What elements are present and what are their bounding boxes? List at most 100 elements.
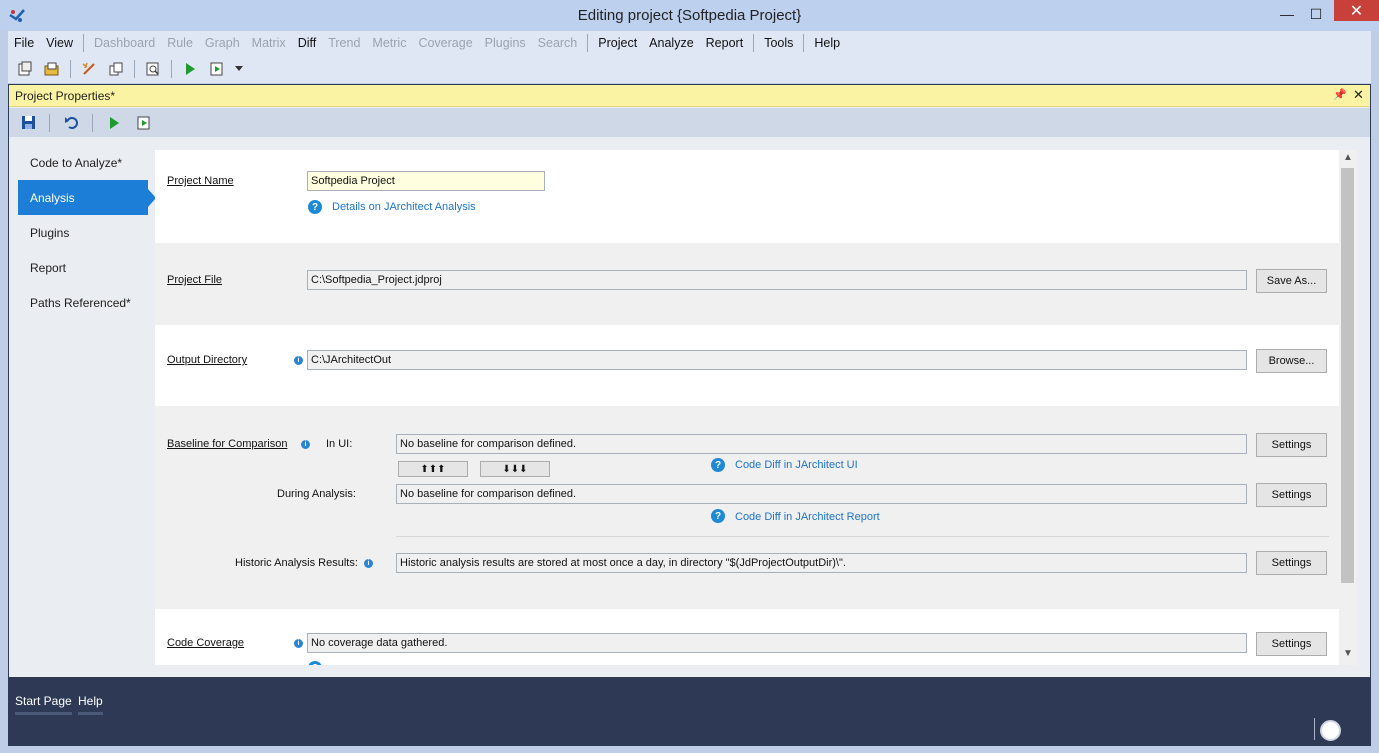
during-analysis-label: During Analysis: bbox=[277, 488, 356, 500]
analysis-content: Project Name Softpedia Project ? Details… bbox=[155, 150, 1339, 665]
main-toolbar bbox=[8, 55, 1371, 83]
move-up-button[interactable]: ⬆⬆⬆ bbox=[398, 461, 468, 477]
project-properties-panel: Project Properties* 📌 ✕ Code to Analyze*… bbox=[8, 84, 1371, 678]
scroll-thumb[interactable] bbox=[1341, 168, 1354, 583]
toolbar-separator bbox=[70, 60, 71, 78]
menu-matrix[interactable]: Matrix bbox=[246, 36, 292, 50]
open-project-icon[interactable] bbox=[41, 58, 63, 80]
menu-tools[interactable]: Tools bbox=[758, 36, 799, 50]
nav-code-to-analyze[interactable]: Code to Analyze* bbox=[18, 145, 148, 180]
historic-results-label: Historic Analysis Results: bbox=[235, 557, 358, 569]
project-file-section: Project File C:\Softpedia_Project.jdproj… bbox=[155, 243, 1339, 325]
menu-separator bbox=[587, 34, 589, 52]
save-icon[interactable] bbox=[17, 112, 39, 134]
run-icon[interactable] bbox=[103, 112, 125, 134]
menu-report[interactable]: Report bbox=[700, 36, 750, 50]
panel-toolbar bbox=[9, 108, 1370, 137]
scroll-down-icon[interactable]: ▼ bbox=[1343, 648, 1353, 659]
menu-dashboard[interactable]: Dashboard bbox=[88, 36, 161, 50]
undo-icon[interactable] bbox=[60, 112, 82, 134]
run-report-icon[interactable] bbox=[206, 58, 228, 80]
tab-start-page[interactable]: Start Page bbox=[15, 694, 72, 715]
coverage-settings-button[interactable]: Settings bbox=[1256, 632, 1327, 656]
menu-graph[interactable]: Graph bbox=[199, 36, 246, 50]
status-indicator-icon[interactable] bbox=[1320, 720, 1341, 741]
menu-view[interactable]: View bbox=[40, 36, 79, 50]
new-project-icon[interactable] bbox=[14, 58, 36, 80]
scroll-up-icon[interactable]: ▲ bbox=[1343, 152, 1353, 163]
project-name-input[interactable]: Softpedia Project bbox=[307, 171, 545, 191]
tab-help[interactable]: Help bbox=[78, 694, 103, 715]
pin-icon[interactable]: 📌 bbox=[1333, 88, 1347, 101]
analyze-icon[interactable] bbox=[78, 58, 100, 80]
nav-report[interactable]: Report bbox=[18, 250, 148, 285]
nav-plugins[interactable]: Plugins bbox=[18, 215, 148, 250]
menu-plugins[interactable]: Plugins bbox=[479, 36, 532, 50]
menu-separator bbox=[753, 34, 755, 52]
toolbar-separator bbox=[134, 60, 135, 78]
menu-metric[interactable]: Metric bbox=[366, 36, 412, 50]
details-analysis-link[interactable]: Details on JArchitect Analysis bbox=[332, 201, 476, 213]
code-coverage-label: Code Coverage bbox=[167, 637, 245, 649]
baseline-section: Baseline for Comparison i In UI: No base… bbox=[155, 406, 1339, 609]
baseline-ui-settings-button[interactable]: Settings bbox=[1256, 433, 1327, 457]
code-coverage-field[interactable]: No coverage data gathered. bbox=[307, 633, 1247, 653]
help-icon: ? bbox=[308, 200, 322, 214]
menu-separator bbox=[803, 34, 805, 52]
panel-header: Project Properties* 📌 ✕ bbox=[9, 85, 1370, 107]
chevron-down-icon[interactable] bbox=[233, 58, 245, 80]
run-report-icon[interactable] bbox=[133, 112, 155, 134]
menu-diff[interactable]: Diff bbox=[292, 36, 323, 50]
browse-button[interactable]: Browse... bbox=[1256, 349, 1327, 373]
close-panel-icon[interactable]: ✕ bbox=[1353, 87, 1364, 103]
run-icon[interactable] bbox=[179, 58, 201, 80]
section-divider bbox=[396, 536, 1329, 537]
save-as-button[interactable]: Save As... bbox=[1256, 269, 1327, 293]
bottom-bar: Start Page Help bbox=[8, 678, 1371, 746]
help-icon: ? bbox=[711, 509, 725, 523]
menu-separator bbox=[83, 34, 85, 52]
help-icon: ? bbox=[711, 458, 725, 472]
baseline-analysis-field[interactable]: No baseline for comparison defined. bbox=[396, 484, 1247, 504]
window-title: Editing project {Softpedia Project} bbox=[577, 7, 802, 24]
menu-help[interactable]: Help bbox=[808, 36, 846, 50]
project-file-field[interactable]: C:\Softpedia_Project.jdproj bbox=[307, 270, 1247, 290]
menu-trend[interactable]: Trend bbox=[322, 36, 366, 50]
move-down-button[interactable]: ⬇⬇⬇ bbox=[480, 461, 550, 477]
nav-paths-referenced[interactable]: Paths Referenced* bbox=[18, 285, 148, 320]
search-report-icon[interactable] bbox=[142, 58, 164, 80]
project-file-label: Project File bbox=[167, 274, 223, 286]
code-diff-ui-link[interactable]: Code Diff in JArchitect UI bbox=[735, 459, 858, 471]
minimize-button[interactable]: — bbox=[1276, 2, 1298, 26]
maximize-button[interactable]: ☐ bbox=[1305, 2, 1327, 26]
menu-analyze[interactable]: Analyze bbox=[643, 36, 699, 50]
menu-rule[interactable]: Rule bbox=[161, 36, 199, 50]
menu-bar: File View Dashboard Rule Graph Matrix Di… bbox=[8, 31, 1371, 55]
menu-file[interactable]: File bbox=[8, 36, 40, 50]
compare-icon[interactable] bbox=[105, 58, 127, 80]
toolbar-separator bbox=[49, 113, 50, 132]
menu-coverage[interactable]: Coverage bbox=[412, 36, 478, 50]
menu-search[interactable]: Search bbox=[532, 36, 584, 50]
output-directory-section: Output Directory i C:\JArchitectOut Brow… bbox=[155, 325, 1339, 406]
baseline-label: Baseline for Comparison bbox=[167, 438, 288, 450]
info-icon: i bbox=[294, 356, 303, 365]
code-coverage-section: Code Coverage i No coverage data gathere… bbox=[155, 609, 1339, 665]
code-diff-report-link[interactable]: Code Diff in JArchitect Report bbox=[735, 511, 880, 523]
project-name-label: Project Name bbox=[167, 175, 234, 187]
help-icon: ? bbox=[308, 661, 322, 665]
baseline-analysis-settings-button[interactable]: Settings bbox=[1256, 483, 1327, 507]
historic-results-field[interactable]: Historic analysis results are stored at … bbox=[396, 553, 1247, 573]
close-window-button[interactable]: ✕ bbox=[1334, 0, 1379, 21]
output-directory-field[interactable]: C:\JArchitectOut bbox=[307, 350, 1247, 370]
baseline-ui-field[interactable]: No baseline for comparison defined. bbox=[396, 434, 1247, 454]
toolbar-separator bbox=[171, 60, 172, 78]
historic-settings-button[interactable]: Settings bbox=[1256, 551, 1327, 575]
title-bar: Editing project {Softpedia Project} — ☐ … bbox=[0, 0, 1379, 31]
menu-project[interactable]: Project bbox=[592, 36, 643, 50]
nav-analysis[interactable]: Analysis bbox=[18, 180, 156, 215]
project-name-section: Project Name Softpedia Project ? Details… bbox=[155, 150, 1339, 243]
info-icon: i bbox=[301, 440, 310, 449]
vertical-scrollbar[interactable]: ▲ ▼ bbox=[1339, 150, 1357, 665]
info-icon: i bbox=[294, 639, 303, 648]
